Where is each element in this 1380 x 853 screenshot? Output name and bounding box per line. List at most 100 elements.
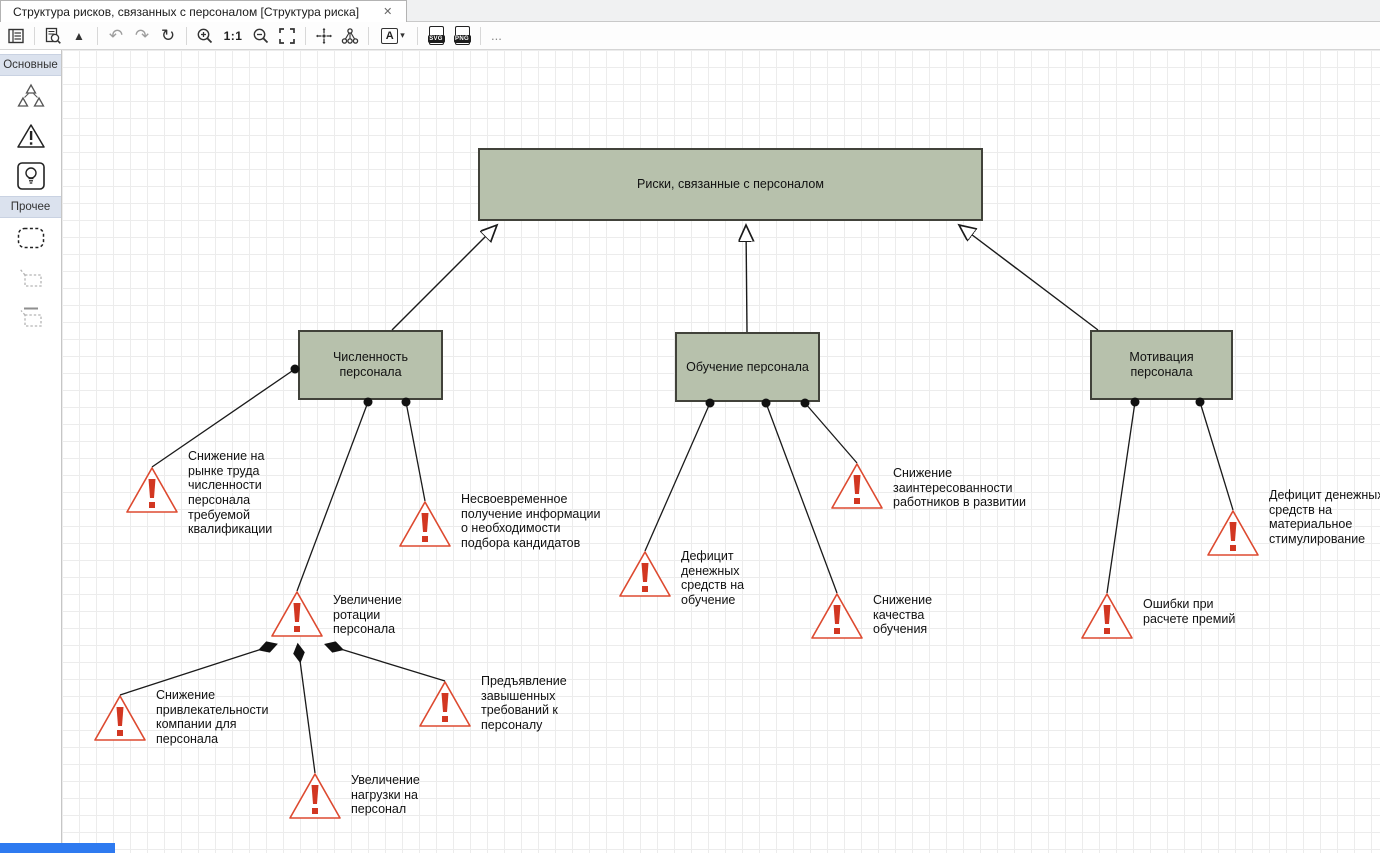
dashed-group-icon xyxy=(16,225,46,251)
export-svg-button[interactable]: SVG xyxy=(424,24,448,48)
dashed-title-callout-icon xyxy=(16,305,46,331)
risk-label: Снижение заинтересованности работников в… xyxy=(893,466,1043,510)
palette-item-group[interactable] xyxy=(0,218,61,258)
risk-label: Увеличение нагрузки на персонал xyxy=(351,773,446,817)
tab-bar: Структура рисков, связанных с персоналом… xyxy=(0,0,1380,22)
find-object-icon xyxy=(44,27,62,45)
up-triangle-icon: ▲ xyxy=(73,30,85,42)
fit-screen-button[interactable] xyxy=(275,24,299,48)
node-risk[interactable]: Увеличение ротации персонала xyxy=(269,589,428,639)
zoom-100-button[interactable]: 1:1 xyxy=(219,24,247,48)
palette-item-callout[interactable] xyxy=(0,258,61,298)
palette-item-risk[interactable] xyxy=(0,116,61,156)
risk-label: Снижение качества обучения xyxy=(873,593,955,637)
risk-warning-icon xyxy=(92,693,148,743)
text-style-button[interactable]: A ▾ xyxy=(375,24,411,48)
diagram-canvas[interactable]: Риски, связанные с персоналом Численност… xyxy=(62,50,1380,853)
refresh-button[interactable]: ↻ xyxy=(156,24,180,48)
risk-label: Предъявление завышенных требований к пер… xyxy=(481,674,593,733)
palette-section-basic-label: Основные xyxy=(3,59,58,71)
refresh-icon: ↻ xyxy=(161,27,175,44)
toolbar-separator xyxy=(34,27,35,45)
fit-screen-icon xyxy=(278,27,296,45)
svg-badge: SVG xyxy=(428,35,445,43)
node-risk[interactable]: Дефицит денежных средств на материальное… xyxy=(1205,508,1380,558)
zoom-out-icon xyxy=(252,27,270,45)
undo-icon: ↶ xyxy=(109,27,123,44)
node-category-label: Мотивация персонала xyxy=(1098,350,1225,380)
more-button[interactable]: ... xyxy=(487,24,506,48)
svg-file-icon: SVG xyxy=(429,26,444,45)
toolbar-separator xyxy=(186,27,187,45)
risk-warning-icon xyxy=(1205,508,1261,558)
zoom-in-icon xyxy=(196,27,214,45)
diagram-tab[interactable]: Структура рисков, связанных с персоналом… xyxy=(0,0,407,22)
tab-close-icon[interactable]: ✕ xyxy=(381,5,394,18)
palette-section-other[interactable]: Прочее xyxy=(0,196,61,218)
node-risk[interactable]: Ошибки при расчете премий xyxy=(1079,591,1255,641)
node-root[interactable]: Риски, связанные с персоналом xyxy=(478,148,983,221)
zoom-in-button[interactable] xyxy=(193,24,217,48)
node-risk[interactable]: Предъявление завышенных требований к пер… xyxy=(417,679,593,733)
node-risk[interactable]: Снижение на рынке труда численности перс… xyxy=(124,465,293,537)
risk-label: Снижение привлекательности компании для … xyxy=(156,688,291,747)
toolbar-separator xyxy=(417,27,418,45)
node-risk[interactable]: Несвоевременное получение информации о н… xyxy=(397,499,601,551)
toolbar-separator xyxy=(480,27,481,45)
risk-warning-icon xyxy=(124,465,180,515)
node-risk[interactable]: Снижение качества обучения xyxy=(809,591,955,641)
risk-label: Увеличение ротации персонала xyxy=(333,593,428,637)
warning-triangle-icon xyxy=(16,122,46,150)
zoom-out-button[interactable] xyxy=(249,24,273,48)
chevron-down-icon: ▾ xyxy=(400,30,405,41)
shape-palette: Основные Прочее xyxy=(0,50,62,853)
collapse-button[interactable]: ▲ xyxy=(67,24,91,48)
node-category-label: Обучение персонала xyxy=(686,360,809,375)
risk-label: Снижение на рынке труда численности перс… xyxy=(188,449,293,537)
risk-warning-icon xyxy=(829,461,885,511)
palette-item-title-callout[interactable] xyxy=(0,298,61,338)
export-png-button[interactable]: PNG xyxy=(450,24,474,48)
risk-warning-icon xyxy=(417,679,473,729)
tab-title: Структура рисков, связанных с персоналом… xyxy=(13,5,359,19)
properties-button[interactable] xyxy=(4,24,28,48)
auto-layout-button[interactable] xyxy=(338,24,362,48)
node-category-training[interactable]: Обучение персонала xyxy=(675,332,820,402)
properties-icon xyxy=(7,27,25,45)
node-category-motivation[interactable]: Мотивация персонала xyxy=(1090,330,1233,400)
dashed-callout-icon xyxy=(16,265,46,291)
node-risk[interactable]: Дефицит денежных средств на обучение xyxy=(617,549,776,608)
pan-icon xyxy=(315,27,333,45)
png-badge: PNG xyxy=(454,35,471,43)
redo-icon: ↷ xyxy=(135,27,149,44)
node-root-label: Риски, связанные с персоналом xyxy=(637,177,824,192)
toolbar-separator xyxy=(368,27,369,45)
find-object-button[interactable] xyxy=(41,24,65,48)
idea-bulb-icon xyxy=(16,161,46,191)
node-risk[interactable]: Снижение заинтересованности работников в… xyxy=(829,461,1043,511)
layout-tree-icon xyxy=(341,27,359,45)
redo-button[interactable]: ↷ xyxy=(130,24,154,48)
node-category-label: Численность персонала xyxy=(306,350,435,380)
risk-label: Несвоевременное получение информации о н… xyxy=(461,492,601,551)
risk-warning-icon xyxy=(1079,591,1135,641)
risk-label: Дефицит денежных средств на материальное… xyxy=(1269,488,1380,547)
pan-mode-button[interactable] xyxy=(312,24,336,48)
risk-label: Ошибки при расчете премий xyxy=(1143,597,1255,626)
palette-section-basic[interactable]: Основные xyxy=(0,54,61,76)
zoom-100-label: 1:1 xyxy=(224,29,243,43)
risk-warning-icon xyxy=(397,499,453,549)
more-label: ... xyxy=(487,28,506,43)
palette-item-risk-structure[interactable] xyxy=(0,76,61,116)
palette-section-other-label: Прочее xyxy=(11,201,51,213)
undo-button[interactable]: ↶ xyxy=(104,24,128,48)
toolbar-separator xyxy=(305,27,306,45)
node-risk[interactable]: Увеличение нагрузки на персонал xyxy=(287,771,446,821)
risk-warning-icon xyxy=(617,549,673,599)
palette-item-indicator[interactable] xyxy=(0,156,61,196)
node-category-headcount[interactable]: Численность персонала xyxy=(298,330,443,400)
toolbar: ▲ ↶ ↷ ↻ 1:1 xyxy=(0,22,1380,50)
risk-label: Дефицит денежных средств на обучение xyxy=(681,549,776,608)
font-icon: A xyxy=(381,28,398,44)
node-risk[interactable]: Снижение привлекательности компании для … xyxy=(92,693,291,747)
